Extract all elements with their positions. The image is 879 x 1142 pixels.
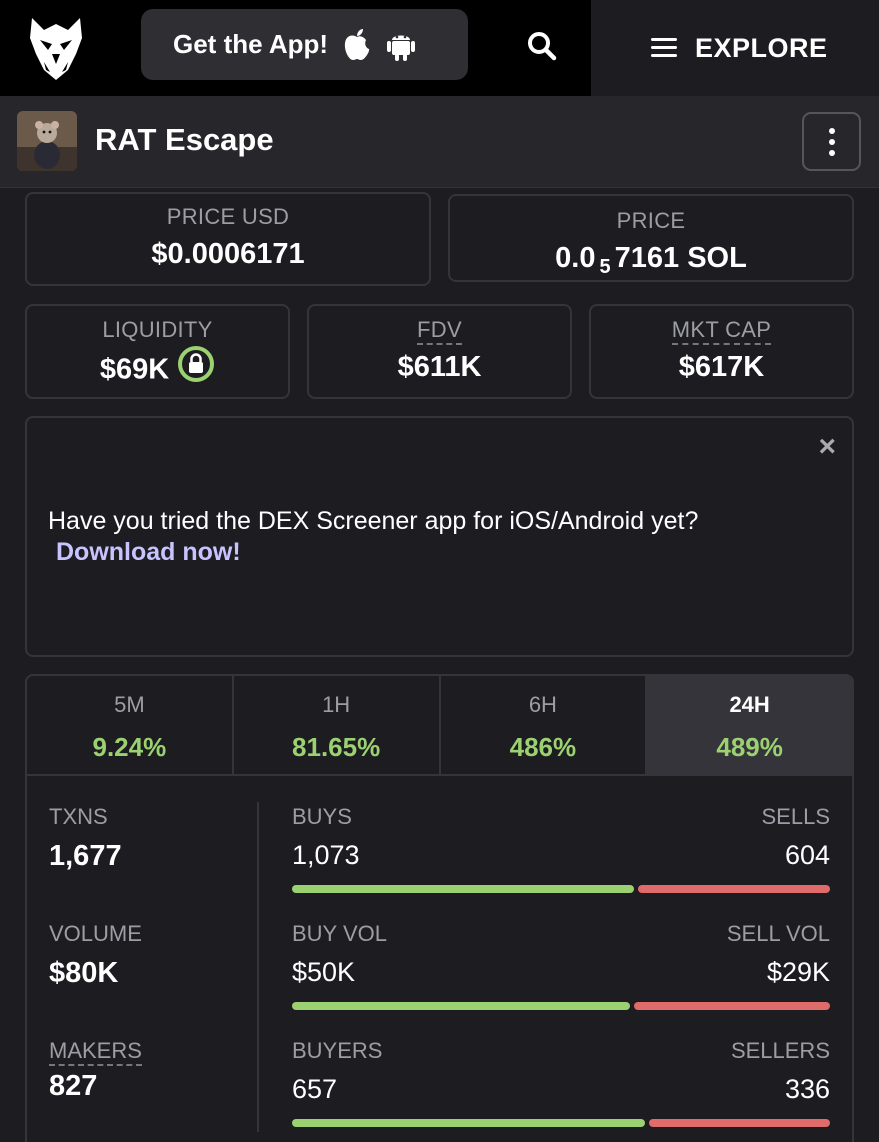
buy-vol-value: $50K [292, 957, 356, 987]
fdv-value: $611K [397, 351, 482, 383]
buyers-sellers-ratio-bar [292, 1119, 830, 1127]
makers-label[interactable]: MAKERS [49, 1038, 142, 1066]
fdv-box: FDV $611K [307, 304, 572, 399]
price-sol-prefix: 0.0 [555, 242, 596, 274]
apple-icon [342, 28, 372, 62]
tab-change-value: 81.65% [292, 732, 381, 762]
tab-label: 5M [114, 692, 145, 717]
sells-label: SELLS [761, 804, 831, 829]
timeframe-tabs: 5M 9.24% 1H 81.65% 6H 486% 24H 489% [25, 674, 854, 776]
token-name: RAT Escape [95, 122, 274, 157]
price-sol-value: 0.0 5 7161 SOL [450, 242, 852, 278]
volume-value: $80K [49, 957, 119, 989]
liquidity-label: LIQUIDITY [102, 317, 213, 342]
get-app-label: Get the App! [173, 29, 329, 59]
android-icon [386, 28, 416, 62]
top-nav-bar: Get the App! EXPLORE [0, 0, 879, 96]
makers-value: 827 [49, 1070, 98, 1102]
explore-menu-button[interactable]: EXPLORE [591, 0, 879, 96]
tab-1h[interactable]: 1H 81.65% [234, 676, 441, 774]
sells-bar [637, 885, 830, 893]
price-sol-suffix: 7161 SOL [614, 242, 747, 274]
buys-bar [292, 885, 634, 893]
mkt-cap-value: $617K [678, 351, 765, 383]
volume-label: VOLUME [49, 921, 142, 946]
download-now-link[interactable]: Download now! [56, 538, 241, 566]
buyers-label: BUYERS [292, 1038, 383, 1063]
sellers-value: 336 [784, 1074, 830, 1104]
lock-icon[interactable] [177, 345, 215, 391]
get-the-app-button[interactable]: Get the App! [141, 9, 468, 80]
txns-value: 1,677 [49, 840, 122, 872]
buy-sell-volume-ratio-bar [292, 1002, 830, 1010]
tab-change-value: 486% [509, 732, 577, 762]
close-icon[interactable]: × [818, 430, 836, 464]
transaction-stats-panel: TXNS 1,677 VOLUME $80K MAKERS 827 BUYS S… [25, 774, 854, 1142]
buy-vol-bar [292, 1002, 630, 1010]
tab-change-value: 489% [716, 732, 783, 762]
token-avatar [17, 111, 77, 171]
sellers-bar [649, 1119, 830, 1127]
promo-message: Have you tried the DEX Screener app for … [48, 507, 699, 535]
price-usd-label: PRICE USD [166, 204, 290, 229]
price-usd-box: PRICE USD $0.0006171 [25, 192, 431, 286]
volume-stat: VOLUME $80K [49, 921, 142, 990]
app-promo-banner: × Have you tried the DEX Screener app fo… [25, 416, 854, 657]
tab-change-value: 9.24% [92, 732, 167, 762]
buys-sells-row: BUYS SELLS 1,073 604 [292, 804, 830, 893]
mkt-cap-box: MKT CAP $617K [589, 304, 854, 399]
liquidity-box: LIQUIDITY $69K [25, 304, 290, 399]
explore-label: EXPLORE [695, 32, 828, 63]
makers-stat: MAKERS 827 [49, 1038, 142, 1103]
buy-vol-label: BUY VOL [292, 921, 387, 946]
tab-label: 1H [322, 692, 351, 717]
price-usd-value: $0.0006171 [151, 238, 305, 270]
fdv-label[interactable]: FDV [417, 317, 462, 345]
tab-label: 24H [729, 692, 770, 717]
tab-6h[interactable]: 6H 486% [441, 676, 648, 774]
buyers-sellers-row: BUYERS SELLERS 657 336 [292, 1038, 830, 1127]
buyers-bar [292, 1119, 646, 1127]
hamburger-menu-icon [651, 38, 677, 57]
buy-sell-volume-row: BUY VOL SELL VOL $50K $29K [292, 921, 830, 1010]
mkt-cap-label[interactable]: MKT CAP [671, 317, 772, 345]
sellers-label: SELLERS [730, 1038, 830, 1063]
tab-24h[interactable]: 24H 489% [647, 676, 852, 774]
search-icon [528, 32, 557, 61]
buyers-value: 657 [292, 1074, 338, 1104]
price-sol-box: PRICE 0.0 5 7161 SOL [448, 194, 854, 282]
buys-value: 1,073 [292, 840, 360, 870]
liquidity-value: $69K [99, 353, 170, 386]
price-sol-label: PRICE [616, 208, 686, 233]
more-options-icon [828, 127, 835, 134]
token-header: RAT Escape [0, 96, 879, 188]
tab-label: 6H [528, 692, 557, 717]
search-button[interactable] [520, 24, 564, 68]
sells-value: 604 [784, 840, 830, 870]
txns-stat: TXNS 1,677 [49, 804, 122, 873]
dex-screener-logo-icon[interactable] [26, 14, 86, 82]
column-divider [257, 802, 259, 1132]
price-sol-subscript: 5 [599, 256, 611, 278]
tab-5m[interactable]: 5M 9.24% [27, 676, 234, 774]
buys-label: BUYS [292, 804, 352, 829]
sell-vol-value: $29K [766, 957, 830, 987]
sell-vol-bar [633, 1002, 830, 1010]
more-options-button[interactable] [802, 112, 861, 171]
txns-label: TXNS [49, 804, 108, 829]
buys-sells-ratio-bar [292, 885, 830, 893]
sell-vol-label: SELL VOL [726, 921, 830, 946]
